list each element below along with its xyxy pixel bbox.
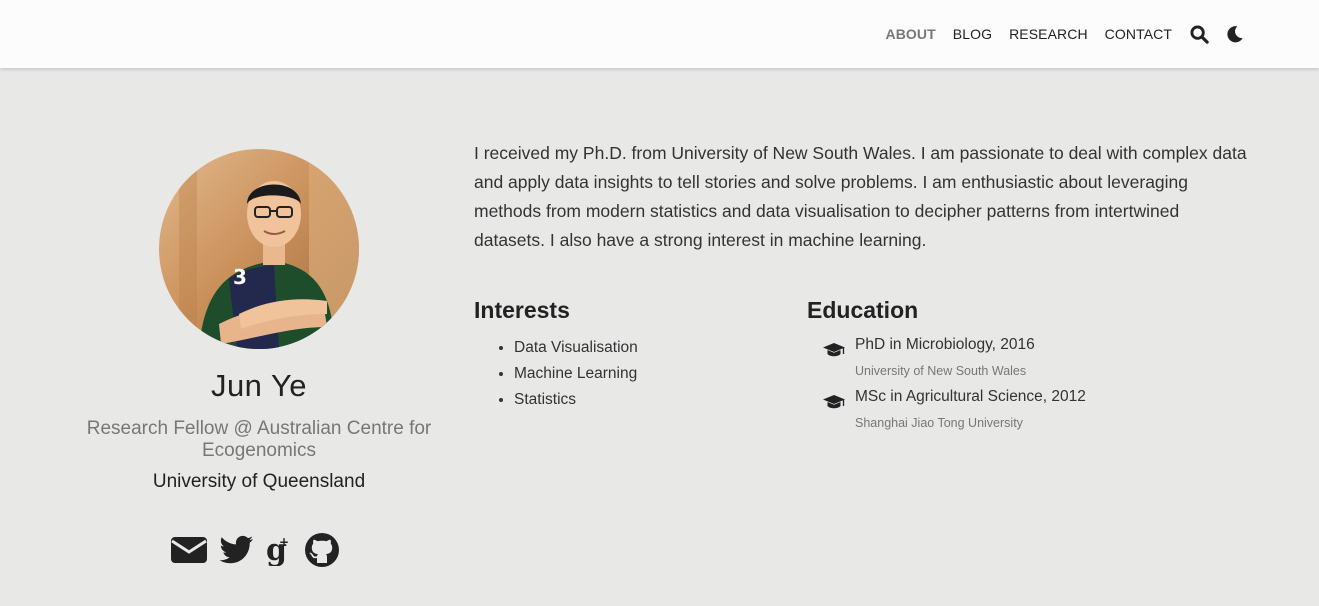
envelope-icon[interactable] bbox=[170, 535, 208, 565]
navbar: ABOUT BLOG RESEARCH CONTACT bbox=[0, 0, 1319, 68]
profile-organization: University of Queensland bbox=[152, 471, 366, 492]
interests-list: Data Visualisation Machine Learning Stat… bbox=[496, 335, 638, 413]
interest-item: Machine Learning bbox=[514, 361, 638, 387]
bio-text: I received my Ph.D. from University of N… bbox=[474, 143, 1247, 250]
education-course: MSc in Agricultural Science, 2012 bbox=[855, 388, 1086, 405]
profile-role: Research Fellow @ Australian Centre for … bbox=[86, 418, 432, 461]
graduation-cap-icon bbox=[822, 394, 846, 415]
svg-text:+: + bbox=[279, 535, 289, 549]
profile-name: Jun Ye bbox=[210, 368, 308, 403]
github-icon[interactable] bbox=[304, 532, 340, 568]
moon-icon[interactable] bbox=[1225, 24, 1245, 44]
google-scholar-icon[interactable]: g + bbox=[264, 534, 294, 566]
education-institution: University of New South Wales bbox=[855, 364, 1027, 378]
nav-link-contact[interactable]: CONTACT bbox=[1105, 26, 1172, 42]
education-title: Education bbox=[807, 297, 919, 323]
svg-text:3: 3 bbox=[233, 265, 247, 289]
interest-item: Data Visualisation bbox=[514, 335, 638, 361]
nav-link-blog[interactable]: BLOG bbox=[953, 26, 992, 42]
search-icon[interactable] bbox=[1189, 24, 1209, 44]
nav-link-research[interactable]: RESEARCH bbox=[1009, 26, 1088, 42]
graduation-cap-icon bbox=[822, 342, 846, 363]
interests-title: Interests bbox=[474, 297, 570, 323]
education-course: PhD in Microbiology, 2016 bbox=[855, 336, 1035, 353]
education-institution: Shanghai Jiao Tong University bbox=[855, 416, 1023, 430]
avatar: 3 bbox=[159, 149, 359, 349]
social-links: g + bbox=[170, 532, 350, 568]
nav-menu: ABOUT BLOG RESEARCH CONTACT bbox=[885, 0, 1319, 68]
twitter-icon[interactable] bbox=[218, 535, 254, 565]
interest-item: Statistics bbox=[514, 387, 638, 413]
nav-link-about[interactable]: ABOUT bbox=[885, 26, 935, 42]
